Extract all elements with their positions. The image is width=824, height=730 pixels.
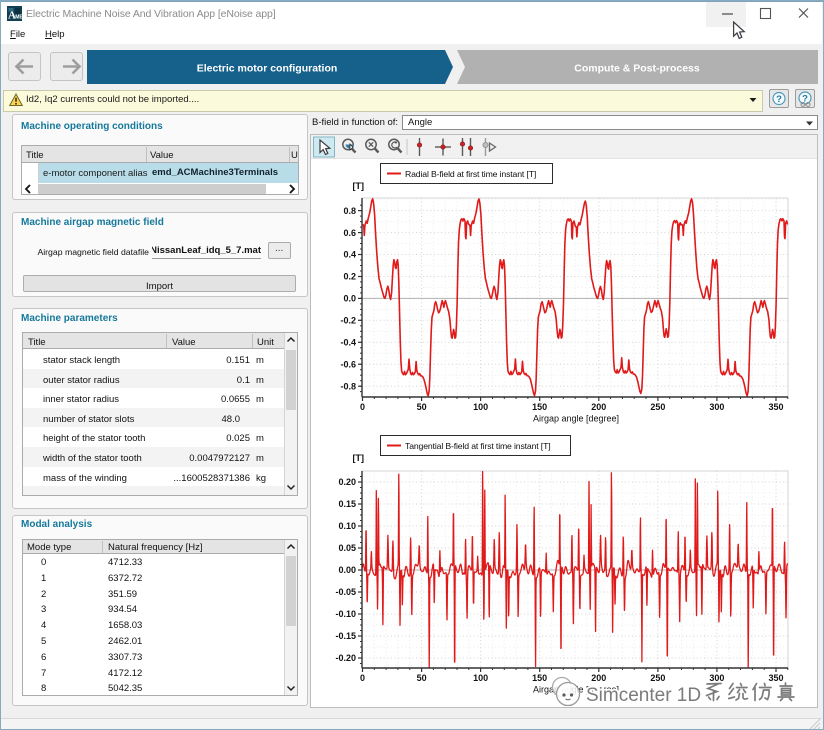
svg-text:-0.05: -0.05 bbox=[335, 587, 356, 597]
svg-text:350: 350 bbox=[768, 402, 783, 412]
svg-text:-0.8: -0.8 bbox=[340, 381, 356, 391]
svg-text:150: 150 bbox=[532, 673, 547, 683]
svg-text:-0.10: -0.10 bbox=[335, 609, 356, 619]
svg-text:-0.20: -0.20 bbox=[335, 653, 356, 663]
svg-text:0.10: 0.10 bbox=[338, 521, 356, 531]
svg-text:0.4: 0.4 bbox=[343, 250, 356, 260]
svg-text:50: 50 bbox=[417, 402, 427, 412]
svg-text:0.6: 0.6 bbox=[343, 228, 356, 238]
svg-text:0.15: 0.15 bbox=[338, 499, 356, 509]
svg-text:0.0: 0.0 bbox=[343, 294, 356, 304]
svg-text:-0.15: -0.15 bbox=[335, 631, 356, 641]
svg-text:[T]: [T] bbox=[353, 453, 365, 463]
svg-text:0: 0 bbox=[360, 402, 365, 412]
svg-text:150: 150 bbox=[532, 402, 547, 412]
svg-text:250: 250 bbox=[650, 402, 665, 412]
svg-text:-0.2: -0.2 bbox=[340, 316, 356, 326]
svg-text:[T]: [T] bbox=[353, 181, 365, 191]
svg-text:0.8: 0.8 bbox=[343, 206, 356, 216]
svg-text:0.20: 0.20 bbox=[338, 477, 356, 487]
svg-text:Radial B-field at first time i: Radial B-field at first time instant [T] bbox=[405, 169, 536, 179]
svg-text:Tangential B-field at first ti: Tangential B-field at first time instant… bbox=[405, 441, 551, 451]
svg-text:100: 100 bbox=[473, 402, 488, 412]
svg-text:300: 300 bbox=[709, 402, 724, 412]
svg-text:Airgap angle [degree]: Airgap angle [degree] bbox=[533, 414, 619, 424]
svg-text:-0.6: -0.6 bbox=[340, 359, 356, 369]
svg-text:0.00: 0.00 bbox=[338, 565, 356, 575]
svg-text:200: 200 bbox=[591, 402, 606, 412]
svg-text:100: 100 bbox=[473, 673, 488, 683]
svg-text:-0.4: -0.4 bbox=[340, 338, 356, 348]
svg-text:0: 0 bbox=[360, 673, 365, 683]
svg-text:Simcenter 1D: Simcenter 1D bbox=[586, 685, 701, 706]
svg-text:0.2: 0.2 bbox=[343, 272, 356, 282]
svg-text:50: 50 bbox=[417, 673, 427, 683]
svg-text:0.05: 0.05 bbox=[338, 543, 356, 553]
